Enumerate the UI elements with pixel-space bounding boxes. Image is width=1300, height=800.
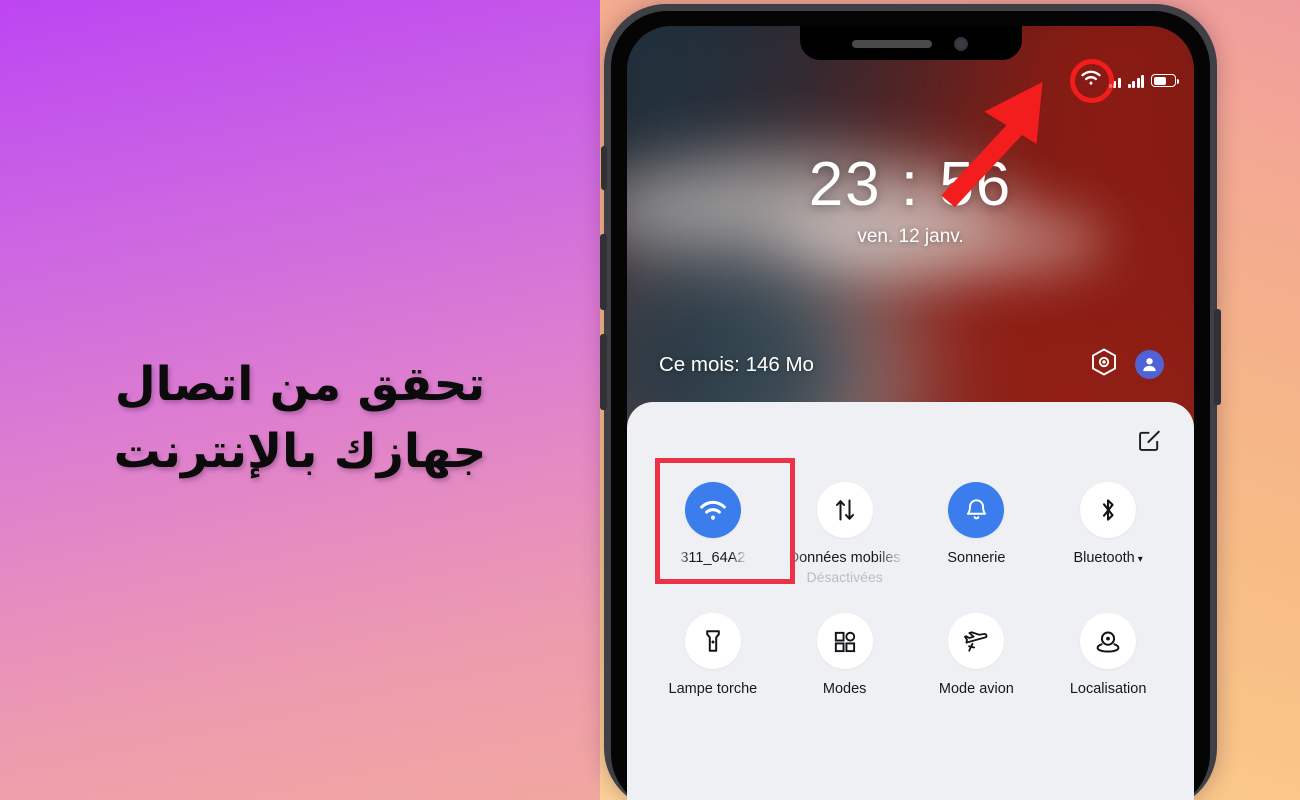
- bluetooth-icon: [1080, 482, 1137, 538]
- arabic-caption-line-1: تحقق من اتصال: [114, 357, 486, 412]
- hex-settings-icon[interactable]: [1091, 348, 1117, 381]
- tile-label: Localisation: [1069, 681, 1147, 697]
- clock-time: 23 : 56: [808, 150, 1013, 219]
- data-usage-label: Ce mois: 146 Mo: [659, 352, 814, 376]
- grid-modes-icon: [816, 613, 873, 669]
- lockscreen-clock: 23 : 56 ven. 12 janv.: [627, 149, 1194, 248]
- tile-flashlight[interactable]: Lampe torche: [647, 607, 779, 719]
- wifi-highlight-ring: [1069, 59, 1114, 103]
- wifi-tile-icon: [684, 482, 741, 538]
- phone-notch: [799, 26, 1022, 60]
- tile-label: Mode avion: [938, 681, 1014, 697]
- tile-location[interactable]: Localisation: [1042, 607, 1174, 719]
- wifi-status-wrapper: [1069, 59, 1114, 103]
- tile-bluetooth[interactable]: Bluetooth ▾: [1042, 476, 1174, 607]
- bell-icon: [948, 482, 1005, 538]
- tile-airplane-mode[interactable]: Mode avion: [911, 607, 1043, 719]
- tile-label: Lampe torche: [668, 681, 758, 697]
- tile-mobile-data[interactable]: Données mobiles Désactivées: [779, 476, 911, 607]
- earpiece-speaker-icon: [851, 40, 932, 48]
- tile-label: Bluetooth ▾: [1073, 550, 1142, 566]
- airplane-icon: [948, 613, 1005, 669]
- chevron-down-icon: ▾: [1137, 554, 1143, 565]
- flashlight-icon: [684, 613, 741, 669]
- quick-settings-panel: 311_64A2 Données mobiles Désactivées Son…: [627, 402, 1194, 800]
- tile-partial-1[interactable]: [647, 719, 779, 741]
- tile-partial-4[interactable]: [1042, 719, 1174, 741]
- tile-label: Données mobiles: [788, 550, 901, 566]
- user-avatar-icon[interactable]: [1135, 350, 1164, 379]
- tile-label: Sonnerie: [947, 550, 1006, 566]
- tile-label-text: Bluetooth: [1073, 550, 1135, 566]
- location-pin-icon: [1080, 613, 1137, 669]
- quick-settings-tiles: 311_64A2 Données mobiles Désactivées Son…: [641, 458, 1180, 741]
- arabic-caption-line-2: جهازك بالإنترنت: [113, 423, 487, 479]
- phone-device: 23 : 56 ven. 12 janv. Ce mois: 146 Mo 31…: [600, 4, 1221, 800]
- mute-switch-button[interactable]: [601, 146, 607, 190]
- phone-bezel: 23 : 56 ven. 12 janv. Ce mois: 146 Mo 31…: [611, 11, 1210, 800]
- tile-ringer[interactable]: Sonnerie: [911, 476, 1043, 607]
- signal-bars-icon-sim2: [1127, 74, 1144, 88]
- clock-date: ven. 12 janv.: [857, 226, 964, 247]
- front-camera-icon: [953, 37, 968, 51]
- battery-icon: [1151, 74, 1179, 87]
- tile-modes[interactable]: Modes: [779, 607, 911, 719]
- status-bar: [1069, 59, 1179, 103]
- tile-label: 311_64A2: [680, 550, 746, 566]
- volume-up-button[interactable]: [600, 234, 607, 310]
- tile-wifi[interactable]: 311_64A2: [647, 476, 779, 607]
- tile-label: Modes: [822, 681, 867, 697]
- usage-action-icons: [1091, 348, 1164, 381]
- volume-down-button[interactable]: [600, 334, 607, 410]
- tile-partial-3[interactable]: [911, 719, 1043, 741]
- quick-settings-header: [641, 402, 1180, 458]
- phone-screen: 23 : 56 ven. 12 janv. Ce mois: 146 Mo 31…: [627, 26, 1194, 800]
- tile-sublabel: Désactivées: [806, 569, 883, 585]
- tile-partial-2[interactable]: [779, 719, 911, 741]
- data-usage-bar: Ce mois: 146 Mo: [627, 348, 1194, 381]
- arabic-caption: تحقق من اتصال جهازك بالإنترنت: [60, 352, 540, 485]
- edit-square-icon[interactable]: [1137, 428, 1162, 458]
- power-button[interactable]: [1214, 309, 1221, 405]
- mobile-data-icon: [816, 482, 873, 538]
